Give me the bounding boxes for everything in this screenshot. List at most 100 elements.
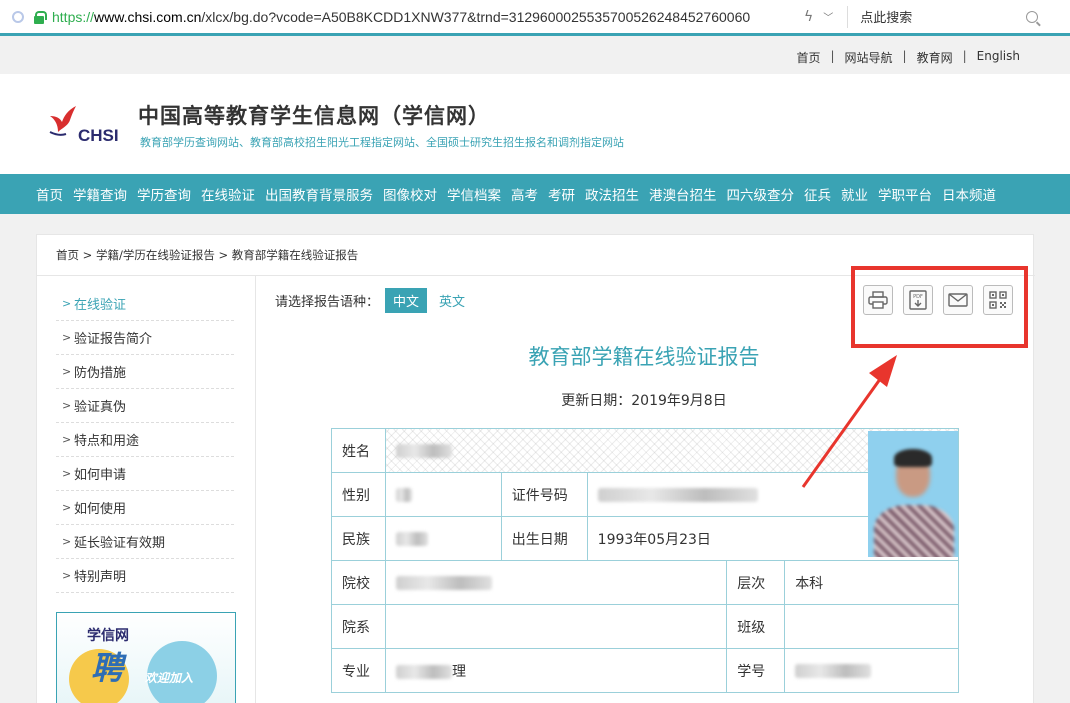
breadcrumb-level1[interactable]: 学籍/学历在线验证报告 (96, 248, 215, 262)
annotation-highlight-box (851, 266, 1028, 348)
label-id-number: 证件号码 (500, 472, 588, 517)
toplink-home[interactable]: 首页 (790, 49, 826, 66)
content-panel: 首页 > 学籍/学历在线验证报告 > 教育部学籍在线验证报告 > 在线验证 > 验证… (36, 234, 1035, 703)
url-host: www.chsi.com.cn (94, 8, 202, 25)
value-student-id (784, 648, 959, 693)
nav-item-xueli[interactable]: 学历查询 (132, 184, 196, 204)
bird-logo-icon (49, 106, 76, 136)
sidebar-item-anti-fake[interactable]: > 防伪措施 (56, 355, 234, 389)
site-logo[interactable]: CHSI (46, 104, 126, 154)
value-school (384, 560, 728, 605)
breadcrumb-sep: > (82, 248, 93, 262)
sidebar-item-online-verify[interactable]: > 在线验证 (56, 287, 234, 321)
language-option-chinese[interactable]: 中文 (385, 288, 428, 313)
search-box[interactable]: 点此搜索 (860, 7, 1020, 26)
sidebar-item-how-apply[interactable]: > 如何申请 (56, 457, 234, 491)
url-field[interactable]: https://www.chsi.com.cn/xlcx/bg.do?vcode… (52, 9, 790, 25)
value-major: 理 (384, 648, 728, 693)
site-header: CHSI 中国高等教育学生信息网（学信网） 教育部学历查询网站、教育部高校招生阳… (0, 74, 1070, 174)
redacted-value (395, 443, 452, 458)
recruit-banner[interactable]: 学信网 聘 欢迎加入 (56, 612, 236, 703)
nav-item-zhengbing[interactable]: 征兵 (799, 184, 836, 204)
language-label: 请选择报告语种： (275, 295, 380, 310)
toplink-edu[interactable]: 教育网 (911, 49, 959, 66)
value-ethnicity (384, 516, 502, 561)
nav-item-image[interactable]: 图像校对 (378, 184, 442, 204)
language-selector: 请选择报告语种： 中文 英文 (275, 288, 465, 313)
sidebar-item-label: 在线验证 (74, 298, 127, 313)
nav-item-verify[interactable]: 在线验证 (196, 184, 260, 204)
breadcrumb-home[interactable]: 首页 (56, 248, 79, 262)
nav-item-japan[interactable]: 日本频道 (937, 184, 1001, 204)
value-class (784, 604, 959, 649)
divider (847, 5, 849, 28)
major-suffix: 理 (451, 663, 466, 680)
sidebar-item-label: 特别声明 (74, 570, 127, 585)
redacted-value (395, 531, 428, 546)
student-photo (868, 431, 958, 557)
label-school: 院校 (331, 560, 386, 605)
site-subtitle: 教育部学历查询网站、教育部高校招生阳光工程指定网站、全国硕士研究生招生报名和调剂… (140, 136, 624, 149)
report-table: 姓名 性别 证件号码 民族 出生日期 1993年05月23日 院校 层次 本科 … (331, 428, 960, 693)
divider: | (902, 49, 907, 63)
redacted-value (597, 487, 758, 502)
label-birthdate: 出生日期 (500, 516, 588, 561)
nav-item-kaoyan[interactable]: 考研 (543, 184, 580, 204)
nav-item-archive[interactable]: 学信档案 (442, 184, 506, 204)
sidebar-item-check-authenticity[interactable]: > 验证真伪 (56, 389, 234, 423)
nav-item-xuezhi[interactable]: 学职平台 (873, 184, 937, 204)
chevron-right-icon: > (62, 501, 72, 514)
table-row: 院校 层次 本科 (331, 560, 959, 605)
chevron-down-icon[interactable]: ﹀ (823, 9, 833, 24)
sidebar-item-label: 延长验证有效期 (74, 536, 166, 551)
nav-item-jiuye[interactable]: 就业 (836, 184, 873, 204)
redacted-value (395, 487, 412, 502)
nav-item-home[interactable]: 首页 (31, 184, 68, 204)
label-major: 专业 (331, 648, 386, 693)
nav-item-gaokao[interactable]: 高考 (506, 184, 543, 204)
redacted-value (395, 575, 492, 590)
sidebar-item-label: 防伪措施 (74, 366, 127, 381)
table-row: 姓名 (331, 428, 960, 473)
nav-item-gangaotai[interactable]: 港澳台招生 (644, 184, 722, 204)
breadcrumb-current: 教育部学籍在线验证报告 (231, 248, 359, 262)
lock-icon[interactable] (34, 10, 47, 24)
table-row: 专业 理 学号 (331, 648, 959, 693)
report-date: 更新日期：2019年9月8日 (561, 393, 727, 409)
photo-body (874, 505, 954, 557)
top-links-bar: 首页 | 网站导航 | 教育网 | English (0, 39, 1070, 74)
toplink-english[interactable]: English (971, 49, 1026, 66)
lightning-icon[interactable]: ϟ (804, 9, 813, 25)
toplink-sitemap[interactable]: 网站导航 (839, 49, 899, 66)
url-path: /xlcx/bg.do?vcode=A50B8KCDD1XNW377&trnd=… (201, 8, 751, 25)
sidebar-item-how-use[interactable]: > 如何使用 (56, 491, 234, 525)
nav-item-abroad[interactable]: 出国教育背景服务 (260, 184, 378, 204)
label-student-id: 学号 (726, 648, 786, 693)
divider: | (830, 49, 835, 63)
sidebar-item-label: 如何使用 (74, 502, 127, 517)
chevron-right-icon: > (62, 331, 72, 344)
table-row: 民族 出生日期 1993年05月23日 (331, 516, 960, 561)
nav-item-zhengfa[interactable]: 政法招生 (580, 184, 644, 204)
chevron-right-icon: > (62, 399, 72, 412)
table-row: 性别 证件号码 (331, 472, 960, 517)
search-icon[interactable] (1026, 10, 1039, 23)
value-level: 本科 (784, 560, 959, 605)
main-nav: 首页 学籍查询 学历查询 在线验证 出国教育背景服务 图像校对 学信档案 高考 … (0, 174, 1070, 214)
label-ethnicity: 民族 (331, 516, 386, 561)
label-name: 姓名 (331, 428, 386, 473)
sidebar-item-label: 如何申请 (74, 468, 127, 483)
sidebar-item-extend[interactable]: > 延长验证有效期 (56, 525, 234, 559)
page-info-icon[interactable] (12, 10, 24, 23)
nav-item-cet[interactable]: 四六级查分 (722, 184, 800, 204)
sidebar-item-intro[interactable]: > 验证报告简介 (56, 321, 234, 355)
label-class: 班级 (726, 604, 786, 649)
sidebar-item-statement[interactable]: > 特别声明 (56, 559, 234, 593)
breadcrumb: 首页 > 学籍/学历在线验证报告 > 教育部学籍在线验证报告 (56, 247, 358, 263)
breadcrumb-sep: > (218, 248, 229, 262)
language-option-english[interactable]: 英文 (439, 291, 465, 310)
nav-item-xueji[interactable]: 学籍查询 (68, 184, 132, 204)
sidebar-item-features[interactable]: > 特点和用途 (56, 423, 234, 457)
redacted-value (795, 663, 872, 678)
banner-tagline: 欢迎加入 (145, 671, 194, 685)
